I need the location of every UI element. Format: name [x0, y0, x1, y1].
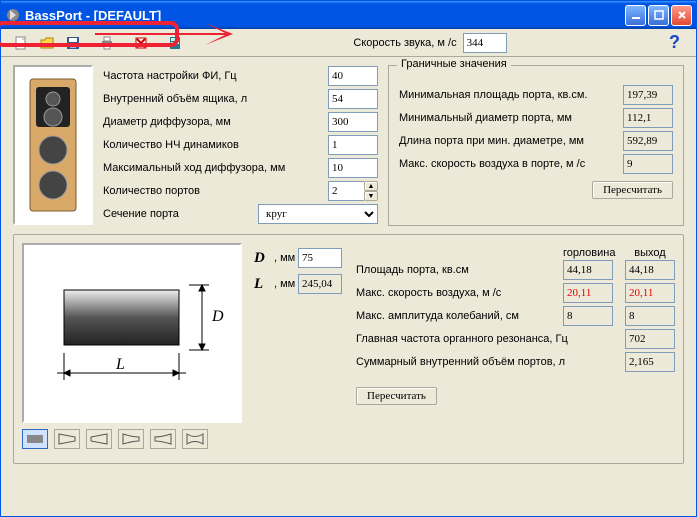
max-air-throat: [563, 283, 613, 303]
col-throat-header: горловина: [563, 247, 613, 259]
port-count-up[interactable]: ▲: [364, 181, 378, 191]
shape-hourglass-icon[interactable]: [182, 429, 208, 449]
svg-text:L: L: [115, 356, 125, 373]
total-vol-output: [625, 352, 675, 372]
organ-freq-label: Главная частота органного резонанса, Гц: [356, 333, 613, 345]
shape-bar: [22, 429, 242, 449]
min-port-diam-output: [623, 108, 673, 128]
cone-diam-label: Диаметр диффузора, мм: [103, 116, 328, 128]
title-bar: BassPort - [DEFAULT]: [1, 1, 696, 29]
max-air-limit-output: [623, 154, 673, 174]
speaker-preview: [13, 65, 93, 225]
max-air-mouth: [625, 283, 675, 303]
l-output: [298, 274, 342, 294]
input-params: Частота настройки ФИ, Гц Внутренний объё…: [103, 65, 378, 226]
min-port-area-output: [623, 85, 673, 105]
driver-count-input[interactable]: [328, 135, 378, 155]
tuning-freq-input[interactable]: [328, 66, 378, 86]
max-air-limit-label: Макс. скорость воздуха в порте, м /с: [399, 158, 623, 170]
max-ampl-mouth: [625, 306, 675, 326]
save-icon[interactable]: [63, 33, 83, 53]
toolbar: Скорость звука, м /с ?: [1, 29, 696, 57]
len-min-diam-output: [623, 131, 673, 151]
limits-box: Граничные значения Минимальная площадь п…: [388, 65, 684, 226]
max-excursion-input[interactable]: [328, 158, 378, 178]
app-icon: [5, 7, 21, 23]
driver-count-label: Количество НЧ динамиков: [103, 139, 328, 151]
d-input[interactable]: [298, 248, 342, 268]
col-mouth-header: выход: [625, 247, 675, 259]
sound-speed-label: Скорость звука, м /с: [353, 37, 456, 49]
shape-horn-right-icon[interactable]: [150, 429, 176, 449]
open-icon[interactable]: [37, 33, 57, 53]
port-diagram: D L: [22, 243, 242, 423]
d-symbol: D: [254, 250, 274, 267]
close-button[interactable]: [671, 5, 692, 26]
l-unit: , мм: [274, 278, 298, 290]
port-count-down[interactable]: ▼: [364, 191, 378, 201]
total-vol-label: Суммарный внутренний объём портов, л: [356, 356, 613, 368]
limits-recalc-button[interactable]: Пересчитать: [592, 181, 673, 199]
limits-legend: Граничные значения: [397, 58, 511, 70]
shape-flare-right-icon[interactable]: [86, 429, 112, 449]
port-count-label: Количество портов: [103, 185, 328, 197]
print-icon[interactable]: [97, 33, 117, 53]
len-min-diam-label: Длина порта при мин. диаметре, мм: [399, 135, 623, 147]
results-recalc-button[interactable]: Пересчитать: [356, 387, 437, 405]
tuning-freq-label: Частота настройки ФИ, Гц: [103, 70, 328, 82]
box-volume-label: Внутренний объём ящика, л: [103, 93, 328, 105]
shape-horn-left-icon[interactable]: [118, 429, 144, 449]
port-count-input[interactable]: [328, 181, 364, 201]
sound-speed-input[interactable]: [463, 33, 507, 53]
dl-inputs: D, мм L, мм: [254, 243, 344, 455]
port-shape-label: Сечение порта: [103, 208, 258, 220]
port-shape-select[interactable]: круг: [258, 204, 378, 224]
app-window: BassPort - [DEFAULT] Скорость звука, м /…: [0, 0, 697, 517]
max-ampl-throat: [563, 306, 613, 326]
shape-flare-left-icon[interactable]: [54, 429, 80, 449]
new-icon[interactable]: [11, 33, 31, 53]
window-title: BassPort - [DEFAULT]: [25, 8, 623, 23]
minimize-button[interactable]: [625, 5, 646, 26]
max-air-label: Макс. скорость воздуха, м /с: [356, 287, 551, 299]
max-ampl-label: Макс. амплитуда колебаний, см: [356, 310, 551, 322]
min-port-area-label: Минимальная площадь порта, кв.см.: [399, 89, 623, 101]
delete-icon[interactable]: [131, 33, 151, 53]
min-port-diam-label: Минимальный диаметр порта, мм: [399, 112, 623, 124]
port-area-label: Площадь порта, кв.см: [356, 264, 551, 276]
cone-diam-input[interactable]: [328, 112, 378, 132]
l-symbol: L: [254, 276, 274, 293]
maximize-button[interactable]: [648, 5, 669, 26]
svg-text:D: D: [211, 308, 224, 325]
max-excursion-label: Максимальный ход диффузора, мм: [103, 162, 328, 174]
results-panel: горловина выход Площадь порта, кв.см Макс…: [356, 243, 675, 455]
d-unit: , мм: [274, 252, 298, 264]
shape-cylinder-icon[interactable]: [22, 429, 48, 449]
organ-freq-output: [625, 329, 675, 349]
calculator-icon[interactable]: [165, 33, 185, 53]
port-area-mouth: [625, 260, 675, 280]
box-volume-input[interactable]: [328, 89, 378, 109]
help-icon[interactable]: ?: [669, 32, 680, 53]
port-area-throat: [563, 260, 613, 280]
